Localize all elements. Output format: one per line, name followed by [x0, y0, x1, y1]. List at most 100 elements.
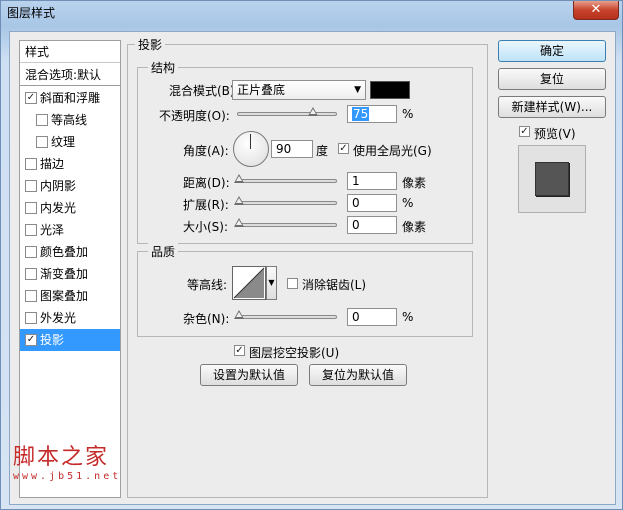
sidebar-item-checkbox[interactable] — [25, 290, 37, 302]
opacity-slider-thumb[interactable] — [308, 107, 318, 116]
styles-header: 样式 — [20, 41, 120, 63]
sidebar-item-label: 斜面和浮雕 — [40, 91, 101, 105]
knockout-checkbox[interactable]: ✓ — [234, 345, 245, 356]
knockout-label: 图层挖空投影(U) — [249, 346, 340, 360]
spread-field[interactable]: 0 — [347, 194, 397, 212]
noise-value: 0 — [352, 310, 360, 324]
sidebar-item[interactable]: 光泽 — [20, 219, 120, 241]
contour-label: 等高线: — [187, 278, 228, 292]
angle-field[interactable]: 90 — [271, 140, 313, 158]
distance-slider-thumb[interactable] — [234, 174, 244, 183]
sidebar-item-label: 光泽 — [40, 223, 65, 237]
style-preview — [518, 145, 586, 213]
checkmark-icon: ✓ — [520, 126, 529, 137]
new-style-button[interactable]: 新建样式(W)... — [498, 96, 606, 118]
distance-value: 1 — [352, 174, 360, 188]
angle-unit: 度 — [316, 144, 329, 158]
noise-unit: % — [402, 310, 414, 324]
quality-group: 品质 等高线: ▼ 消除锯齿(L) 杂色(N): 0 % — [137, 243, 473, 337]
spread-unit: % — [402, 196, 414, 210]
sidebar-item[interactable]: ✓ 投影 — [20, 329, 120, 351]
shadow-color-swatch[interactable] — [370, 81, 410, 99]
opacity-field[interactable]: 75 — [347, 105, 397, 123]
sidebar-item-checkbox[interactable]: ✓ — [25, 92, 37, 104]
anti-alias-checkbox[interactable] — [287, 278, 298, 289]
close-button[interactable]: ✕ — [573, 1, 619, 20]
dialog-body: 样式 混合选项:默认 ✓ 斜面和浮雕 等高线 纹理 描边 内阴影 内发光 光泽 颜色叠加 渐变叠加… — [9, 31, 616, 505]
structure-title: 结构 — [148, 59, 179, 76]
watermark-text: 脚本之家 — [13, 445, 110, 470]
sidebar-item-checkbox[interactable] — [25, 158, 37, 170]
panel-title: 投影 — [135, 36, 166, 53]
reset-default-button[interactable]: 复位为默认值 — [309, 364, 407, 386]
sidebar-item-checkbox[interactable] — [36, 114, 48, 126]
sidebar-item-checkbox[interactable] — [25, 312, 37, 324]
ok-button[interactable]: 确定 — [498, 40, 606, 62]
sidebar-item-checkbox[interactable] — [25, 224, 37, 236]
sidebar-item-checkbox[interactable]: ✓ — [25, 334, 37, 346]
distance-slider[interactable] — [234, 174, 337, 183]
angle-dial[interactable] — [233, 131, 269, 167]
sidebar-item-label: 内发光 — [40, 201, 77, 215]
distance-field[interactable]: 1 — [347, 172, 397, 190]
preview-label: 预览(V) — [534, 127, 576, 141]
title-bar[interactable]: 图层样式 ✕ — [1, 1, 622, 23]
opacity-unit: % — [402, 107, 414, 121]
global-light-checkbox[interactable]: ✓ — [338, 143, 349, 154]
sidebar-item-checkbox[interactable] — [25, 180, 37, 192]
quality-title: 品质 — [148, 243, 179, 260]
sidebar-item-checkbox[interactable] — [25, 246, 37, 258]
sidebar-item-checkbox[interactable] — [36, 136, 48, 148]
sidebar-item[interactable]: 外发光 — [20, 307, 120, 329]
spread-slider-thumb[interactable] — [234, 196, 244, 205]
opacity-value: 75 — [352, 107, 370, 121]
sidebar-item[interactable]: ✓ 斜面和浮雕 — [20, 87, 120, 109]
sidebar-item[interactable]: 图案叠加 — [20, 285, 120, 307]
sidebar-item-label: 纹理 — [51, 135, 76, 149]
size-slider[interactable] — [234, 218, 337, 227]
sidebar-item[interactable]: 描边 — [20, 153, 120, 175]
noise-label: 杂色(N): — [183, 312, 230, 326]
sidebar-item-label: 投影 — [40, 333, 65, 347]
preview-swatch — [535, 162, 569, 196]
watermark: 脚本之家 www.jb51.net — [13, 439, 121, 482]
sidebar-item-label: 外发光 — [40, 311, 77, 325]
sidebar-item-checkbox[interactable] — [25, 268, 37, 280]
noise-field[interactable]: 0 — [347, 308, 397, 326]
distance-label: 距离(D): — [183, 176, 230, 190]
noise-slider[interactable] — [234, 310, 337, 319]
checkmark-icon: ✓ — [339, 143, 348, 154]
blend-mode-value: 正片叠底 — [237, 83, 286, 97]
angle-label: 角度(A): — [183, 144, 229, 158]
sidebar-item-label: 图案叠加 — [40, 289, 89, 303]
layer-style-dialog: 图层样式 ✕ 样式 混合选项:默认 ✓ 斜面和浮雕 等高线 纹理 描边 内阴影 内发光 光泽颜… — [0, 0, 623, 510]
sidebar-item[interactable]: 颜色叠加 — [20, 241, 120, 263]
preview-checkbox[interactable]: ✓ — [519, 126, 530, 137]
window-title: 图层样式 — [7, 6, 56, 20]
opacity-label: 不透明度(O): — [159, 109, 230, 123]
sidebar-item-label: 颜色叠加 — [40, 245, 89, 259]
structure-group: 结构 混合模式(B): 正片叠底 ▼ 不透明度(O): 75 % 角度(A): — [137, 59, 473, 244]
sidebar-item[interactable]: 内发光 — [20, 197, 120, 219]
make-default-button[interactable]: 设置为默认值 — [200, 364, 298, 386]
sidebar-item[interactable]: 等高线 — [20, 109, 120, 131]
noise-slider-thumb[interactable] — [234, 310, 244, 319]
size-field[interactable]: 0 — [347, 216, 397, 234]
sidebar-item[interactable]: 纹理 — [20, 131, 120, 153]
sidebar-item[interactable]: 内阴影 — [20, 175, 120, 197]
reset-button[interactable]: 复位 — [498, 68, 606, 90]
blend-mode-select[interactable]: 正片叠底 ▼ — [232, 80, 366, 100]
contour-dropdown-chevron-icon[interactable]: ▼ — [266, 266, 277, 300]
spread-slider[interactable] — [234, 196, 337, 205]
sidebar-item-label: 内阴影 — [40, 179, 77, 193]
sidebar-item-checkbox[interactable] — [25, 202, 37, 214]
opacity-slider[interactable] — [237, 107, 337, 116]
size-slider-thumb[interactable] — [234, 218, 244, 227]
angle-dial-hand — [250, 134, 251, 149]
contour-preview[interactable] — [232, 266, 266, 300]
blend-options-item[interactable]: 混合选项:默认 — [20, 64, 120, 86]
watermark-url: www.jb51.net — [13, 471, 122, 482]
sidebar-item[interactable]: 渐变叠加 — [20, 263, 120, 285]
size-unit: 像素 — [402, 220, 427, 234]
styles-list: 样式 混合选项:默认 ✓ 斜面和浮雕 等高线 纹理 描边 内阴影 内发光 光泽 颜色叠加 渐变叠加… — [19, 40, 121, 498]
